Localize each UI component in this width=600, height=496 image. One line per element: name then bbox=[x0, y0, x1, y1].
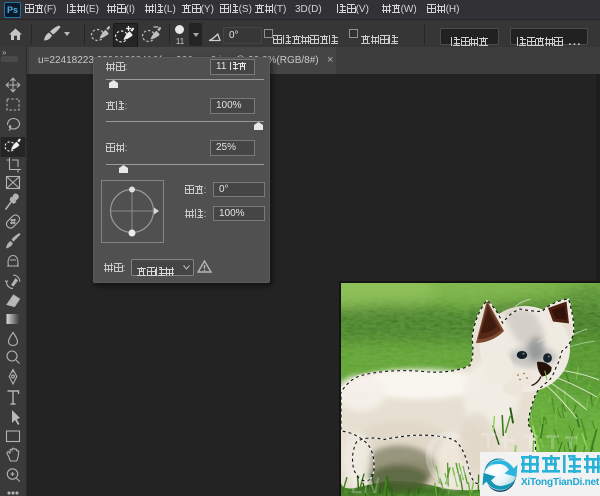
svg-text:LN: LN bbox=[351, 473, 379, 496]
